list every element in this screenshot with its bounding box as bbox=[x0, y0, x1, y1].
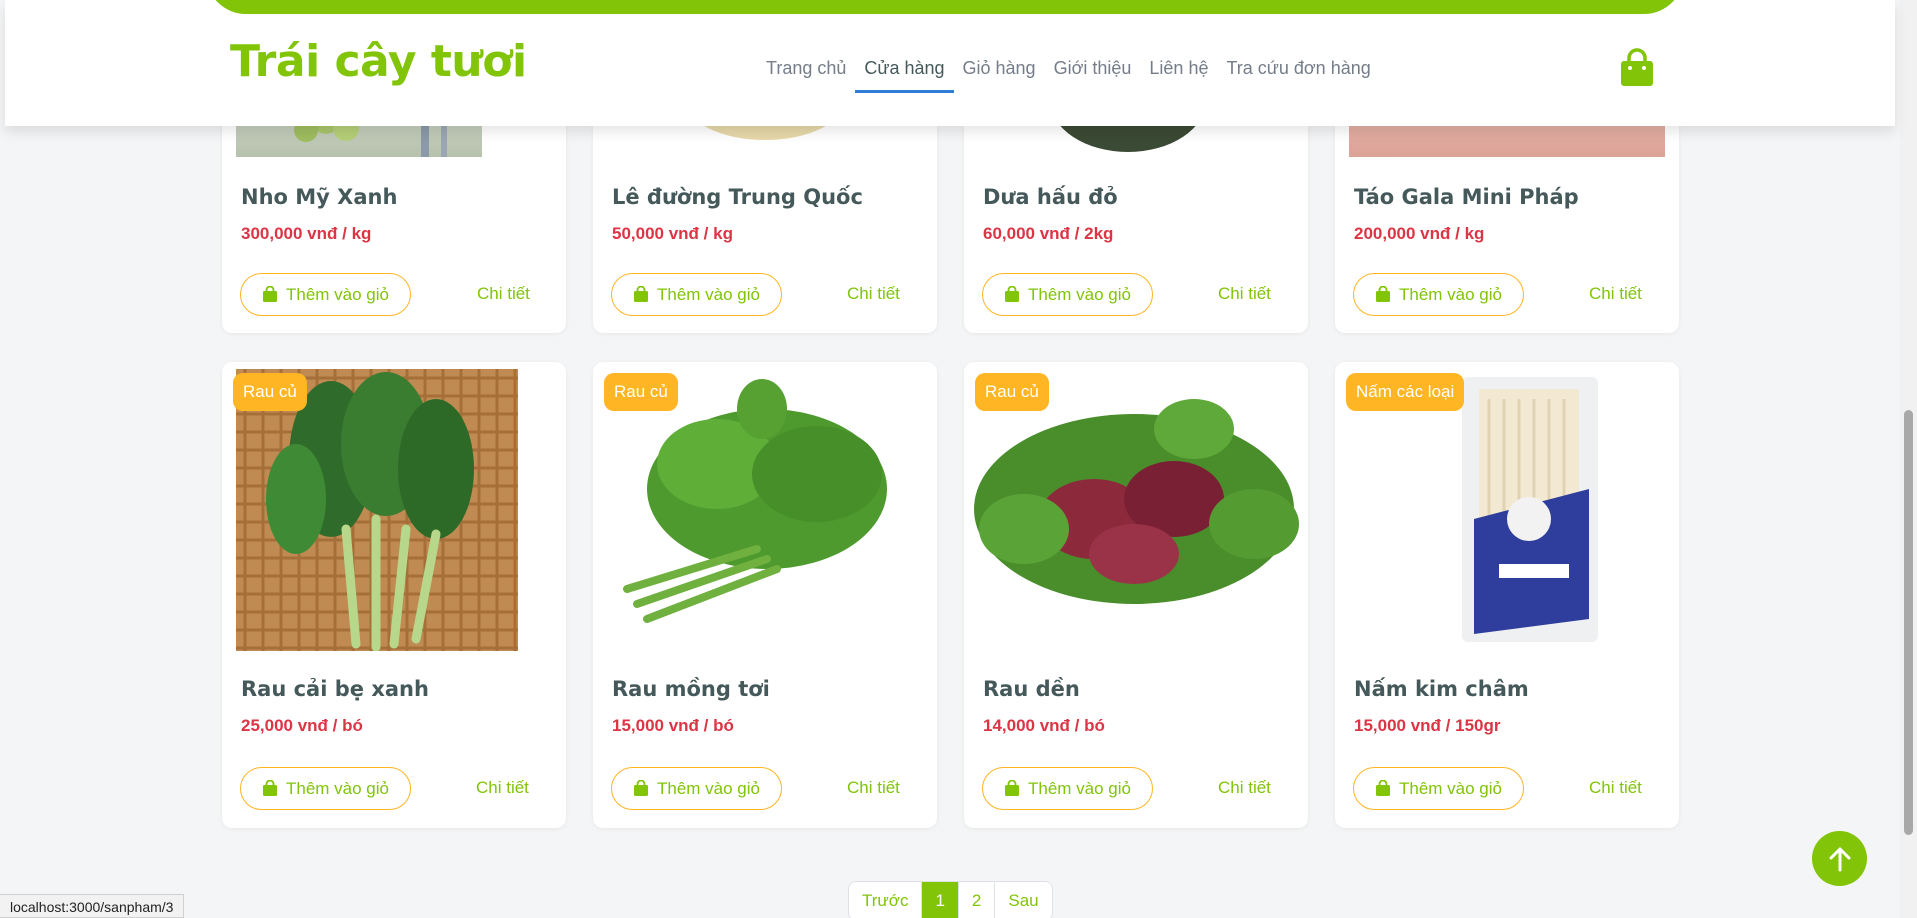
detail-link[interactable]: Chi tiết bbox=[1218, 284, 1271, 304]
product-price: 14,000 vnđ / bó bbox=[983, 716, 1105, 735]
category-badge: Rau củ bbox=[233, 373, 307, 411]
product-image-enoki-mushroom[interactable] bbox=[1349, 369, 1665, 651]
product-price: 50,000 vnđ / kg bbox=[612, 224, 733, 243]
add-to-cart-label: Thêm vào giỏ bbox=[286, 284, 389, 304]
add-to-cart-button[interactable]: Thêm vào giỏ bbox=[982, 767, 1153, 810]
category-badge: Rau củ bbox=[604, 373, 678, 411]
product-price: 15,000 vnđ / 150gr bbox=[1354, 716, 1501, 735]
pagination-page-1[interactable]: 1 bbox=[922, 882, 959, 918]
product-price: 60,000 vnđ / 2kg bbox=[983, 224, 1114, 243]
shopping-bag-icon bbox=[634, 780, 648, 796]
product-name[interactable]: Rau cải bẹ xanh bbox=[241, 677, 429, 701]
pagination-next[interactable]: Sau bbox=[995, 882, 1051, 918]
shopping-bag-icon bbox=[1005, 780, 1019, 796]
page-scrollbar[interactable] bbox=[1900, 0, 1917, 918]
site-header: Trái cây tươi Trang chủ Cửa hàng Giỏ hàn… bbox=[5, 0, 1895, 126]
add-to-cart-label: Thêm vào giỏ bbox=[657, 778, 760, 798]
nav-contact[interactable]: Liên hệ bbox=[1140, 52, 1217, 95]
status-url: localhost:3000/sanpham/3 bbox=[0, 894, 185, 918]
detail-link[interactable]: Chi tiết bbox=[476, 778, 529, 798]
top-banner bbox=[206, 0, 1684, 14]
product-name[interactable]: Dưa hấu đỏ bbox=[983, 185, 1118, 209]
add-to-cart-label: Thêm vào giỏ bbox=[286, 778, 389, 798]
detail-link[interactable]: Chi tiết bbox=[847, 284, 900, 304]
shopping-bag-icon bbox=[1376, 780, 1390, 796]
viewport: Nho Mỹ Xanh 300,000 vnđ / kg Thêm vào gi… bbox=[0, 0, 1917, 918]
scrollbar-thumb[interactable] bbox=[1904, 410, 1913, 835]
shopping-bag-icon bbox=[634, 286, 648, 302]
add-to-cart-label: Thêm vào giỏ bbox=[1399, 778, 1502, 798]
add-to-cart-label: Thêm vào giỏ bbox=[657, 284, 760, 304]
add-to-cart-label: Thêm vào giỏ bbox=[1028, 778, 1131, 798]
pagination-prev[interactable]: Trước bbox=[849, 882, 923, 918]
product-card: Nho Mỹ Xanh 300,000 vnđ / kg Thêm vào gi… bbox=[222, 100, 566, 333]
product-card: Rau củ Rau mồng tơi 15,000 vnđ / bó Thêm… bbox=[593, 362, 937, 828]
back-to-top-button[interactable] bbox=[1812, 831, 1867, 886]
product-name[interactable]: Rau mồng tơi bbox=[612, 677, 770, 701]
add-to-cart-button[interactable]: Thêm vào giỏ bbox=[240, 767, 411, 810]
shopping-bag-icon bbox=[1376, 286, 1390, 302]
detail-link[interactable]: Chi tiết bbox=[1218, 778, 1271, 798]
product-card: Rau củ Rau dền 14,000 vnđ / bó Thêm vào … bbox=[964, 362, 1308, 828]
product-price: 300,000 vnđ / kg bbox=[241, 224, 372, 243]
product-card: Táo Gala Mini Pháp 200,000 vnđ / kg Thêm… bbox=[1335, 100, 1679, 333]
product-name[interactable]: Rau dền bbox=[983, 677, 1080, 701]
product-card: Rau củ Rau cải bẹ xanh 25,000 vnđ / bó T… bbox=[222, 362, 566, 828]
add-to-cart-button[interactable]: Thêm vào giỏ bbox=[982, 273, 1153, 316]
arrow-up-icon bbox=[1829, 847, 1850, 871]
product-card: Lê đường Trung Quốc 50,000 vnđ / kg Thêm… bbox=[593, 100, 937, 333]
nav-about[interactable]: Giới thiệu bbox=[1045, 52, 1141, 95]
product-image-amaranth[interactable] bbox=[964, 369, 1308, 651]
detail-link[interactable]: Chi tiết bbox=[1589, 778, 1642, 798]
category-badge: Rau củ bbox=[975, 373, 1049, 411]
category-badge: Nấm các loại bbox=[1346, 373, 1465, 411]
add-to-cart-label: Thêm vào giỏ bbox=[1399, 284, 1502, 304]
product-price: 25,000 vnđ / bó bbox=[241, 716, 363, 735]
detail-link[interactable]: Chi tiết bbox=[847, 778, 900, 798]
product-image-malabar-spinach[interactable] bbox=[607, 369, 923, 651]
add-to-cart-button[interactable]: Thêm vào giỏ bbox=[611, 273, 782, 316]
nav-cart[interactable]: Giỏ hàng bbox=[954, 52, 1045, 95]
product-name[interactable]: Lê đường Trung Quốc bbox=[612, 185, 863, 209]
pagination: Trước 1 2 Sau bbox=[848, 881, 1053, 918]
nav-order-lookup[interactable]: Tra cứu đơn hàng bbox=[1217, 52, 1379, 95]
add-to-cart-button[interactable]: Thêm vào giỏ bbox=[1353, 273, 1524, 316]
product-image-mustard-greens[interactable] bbox=[236, 369, 518, 652]
product-name[interactable]: Táo Gala Mini Pháp bbox=[1354, 185, 1579, 209]
shopping-bag-icon bbox=[263, 780, 277, 796]
main-nav: Trang chủ Cửa hàng Giỏ hàng Giới thiệu L… bbox=[757, 52, 1380, 95]
brand-logo[interactable]: Trái cây tươi bbox=[230, 36, 527, 87]
product-name[interactable]: Nho Mỹ Xanh bbox=[241, 185, 397, 209]
nav-shop[interactable]: Cửa hàng bbox=[855, 52, 954, 95]
shopping-bag-icon bbox=[263, 286, 277, 302]
nav-home[interactable]: Trang chủ bbox=[757, 52, 855, 95]
product-price: 15,000 vnđ / bó bbox=[612, 716, 734, 735]
add-to-cart-label: Thêm vào giỏ bbox=[1028, 284, 1131, 304]
add-to-cart-button[interactable]: Thêm vào giỏ bbox=[611, 767, 782, 810]
add-to-cart-button[interactable]: Thêm vào giỏ bbox=[240, 273, 411, 316]
product-card: Dưa hấu đỏ 60,000 vnđ / 2kg Thêm vào giỏ… bbox=[964, 100, 1308, 333]
shopping-bag-icon bbox=[1005, 286, 1019, 302]
pagination-page-2[interactable]: 2 bbox=[959, 882, 996, 918]
detail-link[interactable]: Chi tiết bbox=[477, 284, 530, 304]
shopping-bag-icon[interactable] bbox=[1619, 48, 1655, 88]
detail-link[interactable]: Chi tiết bbox=[1589, 284, 1642, 304]
product-price: 200,000 vnđ / kg bbox=[1354, 224, 1485, 243]
add-to-cart-button[interactable]: Thêm vào giỏ bbox=[1353, 767, 1524, 810]
product-name[interactable]: Nấm kim châm bbox=[1354, 677, 1529, 701]
product-card: Nấm các loại Nấm kim châm 15,000 vnđ / 1… bbox=[1335, 362, 1679, 828]
